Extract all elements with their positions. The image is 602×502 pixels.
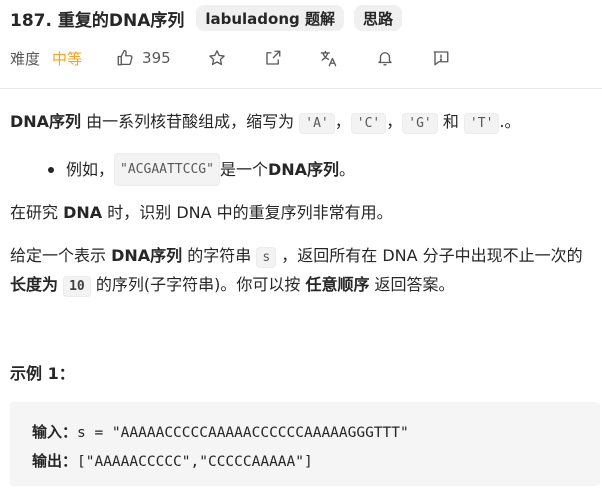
task-paragraph: 给定一个表示 DNA序列 的字符串 s ，返回所有在 DNA 分子中出现不止一次… (10, 242, 595, 300)
bell-icon (377, 52, 392, 66)
example-title: 示例 1： (10, 364, 75, 383)
text: 由一系列核苷酸组成，缩写为 (81, 112, 300, 131)
input-label: 输入： (32, 423, 78, 441)
text: 的字符串 (182, 246, 257, 265)
dna-sequence-term: DNA序列 (267, 160, 340, 179)
any-order-term: 任意顺序 (305, 275, 370, 294)
translate-icon (320, 50, 337, 66)
code-t: 'T' (463, 113, 500, 134)
input-value: s = "AAAAACCCCCAAAAACCCCCCAAAAAGGGTTT" (77, 425, 409, 441)
text: ， (334, 112, 351, 131)
code-c: 'C' (350, 113, 387, 134)
notification-button[interactable] (375, 48, 395, 68)
share-icon (265, 50, 281, 65)
text: 的序列(子字符串)。你可以按 (90, 275, 306, 294)
favorite-button[interactable] (207, 48, 227, 68)
text: 返回答案。 (369, 275, 455, 294)
star-icon (208, 50, 225, 66)
code-s: s (256, 247, 277, 268)
output-value: ["AAAAACCCCC","CCCCCAAAAA"] (77, 454, 313, 470)
text: ，返回所有在 DNA 分子中出现不止一次的 (276, 246, 583, 265)
text: 是一个 (219, 160, 268, 179)
labuladong-solution-chip[interactable]: labuladong 题解 (196, 5, 344, 31)
code-a: 'A' (299, 113, 335, 134)
research-paragraph: 在研究 DNA 时，识别 DNA 中的重复序列非常有用。 (10, 199, 393, 226)
definition-paragraph: DNA序列 由一系列核苷酸组成，缩写为 'A'， 'C'， 'G' 和 'T'.。 (10, 108, 521, 137)
problem-title: 187. 重复的DNA序列 (10, 10, 185, 31)
text: 和 (437, 112, 464, 131)
example-dna-code: "ACGAATTCCG" (114, 153, 220, 186)
text: .。 (499, 112, 521, 131)
example-block: 输入：s = "AAAAACCCCCAAAAACCCCCCAAAAAGGGTTT… (10, 402, 600, 486)
code-10: 10 (63, 276, 91, 297)
length-term: 长度为 (10, 275, 59, 294)
text: 给定一个表示 (10, 246, 112, 265)
text: 。 (339, 160, 356, 179)
example-output-line: 输出：["AAAAACCCCC","CCCCCAAAAA"] (32, 447, 600, 476)
problem-header: 187. 重复的DNA序列 labuladong 题解 思路 (10, 4, 600, 32)
feedback-icon (433, 51, 449, 66)
output-label: 输出： (32, 452, 78, 470)
text: 例如， (66, 160, 115, 179)
dna-sequence-term: DNA序列 (10, 112, 82, 131)
difficulty-label: 难度 (10, 49, 41, 68)
text: 时，识别 DNA 中的重复序列非常有用。 (102, 203, 393, 222)
code-g: 'G' (402, 113, 438, 134)
problem-meta-bar: 难度 中等 395 (10, 44, 451, 72)
difficulty-badge: 中等 (52, 49, 83, 68)
dna-sequence-term: DNA序列 (111, 246, 183, 265)
bullet-dot (48, 166, 54, 173)
thumbs-up-icon (117, 49, 133, 66)
dna-term: DNA (63, 203, 103, 222)
translate-button[interactable] (319, 48, 339, 68)
example-bullet: 例如， "ACGAATTCCG" 是一个 DNA序列 。 (48, 153, 355, 186)
text: 在研究 (10, 203, 64, 222)
like-button[interactable]: 395 (116, 49, 171, 67)
example-input-line: 输入：s = "AAAAACCCCCAAAAACCCCCCAAAAAGGGTTT… (32, 418, 600, 447)
like-count: 395 (142, 49, 171, 67)
feedback-button[interactable] (431, 48, 451, 68)
approach-chip[interactable]: 思路 (353, 5, 402, 31)
share-button[interactable] (263, 48, 283, 68)
text: ， (386, 112, 403, 131)
header-divider (0, 88, 602, 89)
